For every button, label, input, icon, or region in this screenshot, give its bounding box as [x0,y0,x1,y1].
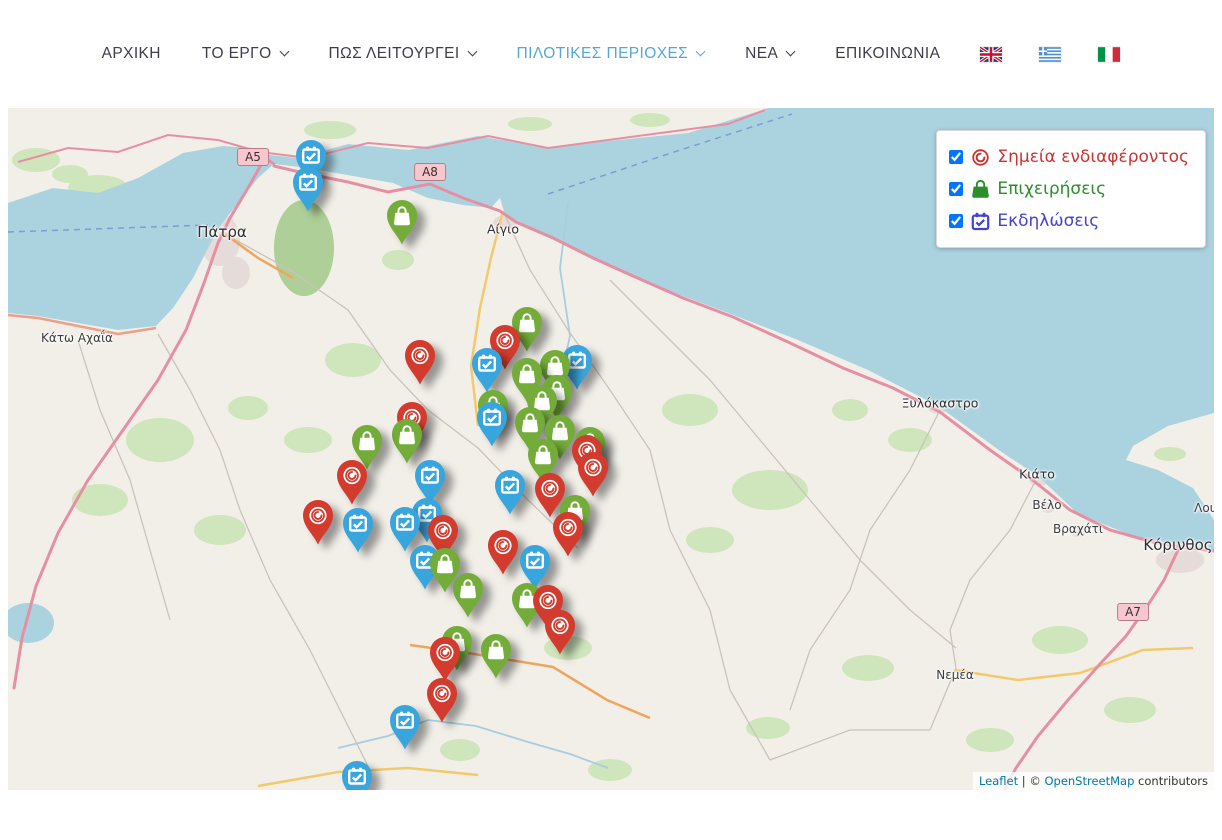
shopping-bag-icon [971,180,990,199]
map-marker-business[interactable] [389,418,425,464]
map-marker-event[interactable] [290,166,326,212]
map-marker-poi[interactable] [402,339,438,385]
main-nav: ΑΡΧΙΚΗ ΤΟ ΕΡΓΟ ΠΩΣ ΛΕΙΤΟΥΡΓΕΙ ΠΙΛΟΤΙΚΕΣ ΠΕΡ… [102,45,941,63]
nav-item-0[interactable]: ΑΡΧΙΚΗ [102,45,161,63]
nav-item-label: ΝΕΑ [745,45,778,63]
nav-item-label: ΠΙΛΟΤΙΚΕΣ ΠΕΡΙΟΧΕΣ [517,45,689,63]
attribution-separator: | [1018,774,1029,788]
legend-checkbox-event[interactable] [949,214,963,228]
map-attribution: Leaflet | © OpenStreetMap contributors [973,772,1214,790]
map-marker-poi[interactable] [542,609,578,655]
map-marker-poi[interactable] [427,636,463,682]
language-switcher [980,47,1120,62]
map-marker-poi[interactable] [485,529,521,575]
chevron-down-icon [279,47,289,57]
nav-item-5[interactable]: ΕΠΙΚΟΙΝΩΝΙΑ [835,45,940,63]
calendar-check-icon [971,212,990,231]
italian-flag-icon[interactable] [1098,47,1120,62]
legend-row-event: Εκδηλώσεις [949,205,1189,237]
map-marker-poi[interactable] [334,459,370,505]
poi-swirl-icon [971,148,990,167]
copyright-symbol: © [1029,774,1044,788]
openstreetmap-link[interactable]: OpenStreetMap [1044,774,1134,788]
nav-item-label: ΕΠΙΚΟΙΝΩΝΙΑ [835,45,940,63]
map-marker-event[interactable] [340,507,376,553]
legend-checkbox-business[interactable] [949,182,963,196]
map-marker-business[interactable] [478,633,514,679]
map-marker-event[interactable] [474,401,510,447]
map-marker-event[interactable] [469,347,505,393]
map-marker-poi[interactable] [550,511,586,557]
legend-label-business: Επιχειρήσεις [997,179,1106,199]
map-marker-event[interactable] [492,469,528,515]
leaflet-map[interactable]: ΠάτραΚόρινθοςΑίγιοΞυλόκαστροΚιάτοΒέλοΒρα… [8,108,1214,790]
nav-item-1[interactable]: ΤΟ ΕΡΓΟ [202,45,288,63]
map-marker-poi[interactable] [575,451,611,497]
contributors-text: contributors [1134,774,1208,788]
leaflet-link[interactable]: Leaflet [979,774,1018,788]
legend-label-event: Εκδηλώσεις [997,211,1099,231]
legend-label-poi: Σημεία ενδιαφέροντος [997,147,1189,167]
legend-row-business: Επιχειρήσεις [949,173,1189,205]
site-header: ΑΡΧΙΚΗ ΤΟ ΕΡΓΟ ΠΩΣ ΛΕΙΤΟΥΡΓΕΙ ΠΙΛΟΤΙΚΕΣ ΠΕΡ… [0,0,1222,108]
map-marker-poi[interactable] [424,677,460,723]
greek-flag-icon[interactable] [1039,47,1061,62]
nav-item-3[interactable]: ΠΙΛΟΤΙΚΕΣ ΠΕΡΙΟΧΕΣ [517,45,705,63]
layer-legend: Σημεία ενδιαφέροντος Επιχειρήσεις Εκδηλώσε… [936,130,1206,248]
nav-item-label: ΠΩΣ ΛΕΙΤΟΥΡΓΕΙ [329,45,460,63]
map-marker-event[interactable] [339,760,375,790]
chevron-down-icon [467,47,477,57]
nav-item-label: ΑΡΧΙΚΗ [102,45,161,63]
map-marker-poi[interactable] [300,499,336,545]
nav-item-2[interactable]: ΠΩΣ ΛΕΙΤΟΥΡΓΕΙ [329,45,476,63]
nav-item-4[interactable]: ΝΕΑ [745,45,794,63]
chevron-down-icon [786,47,796,57]
nav-item-label: ΤΟ ΕΡΓΟ [202,45,272,63]
legend-row-poi: Σημεία ενδιαφέροντος [949,141,1189,173]
legend-checkbox-poi[interactable] [949,150,963,164]
english-flag-icon[interactable] [980,47,1002,62]
map-marker-event[interactable] [387,704,423,750]
map-marker-business[interactable] [450,572,486,618]
map-marker-business[interactable] [384,199,420,245]
chevron-down-icon [696,47,706,57]
